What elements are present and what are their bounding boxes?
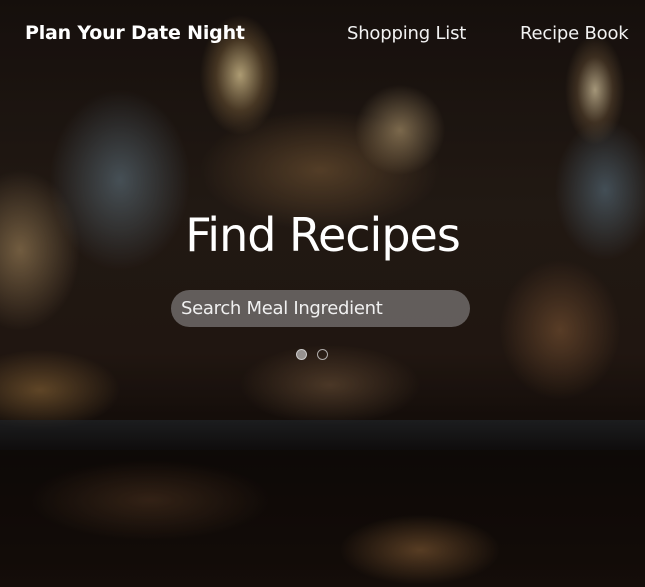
carousel-dot-2[interactable]: [317, 349, 328, 360]
top-navbar: Plan Your Date Night Shopping List Recip…: [0, 0, 645, 70]
background-bar-counter: [0, 420, 645, 450]
carousel-dot-1[interactable]: [296, 349, 307, 360]
page: Plan Your Date Night Shopping List Recip…: [0, 0, 645, 587]
nav-link-recipe-book[interactable]: Recipe Book: [520, 23, 629, 44]
carousel-indicators: [296, 349, 328, 360]
hero-title: Find Recipes: [185, 208, 461, 262]
ingredient-search-input[interactable]: [171, 290, 470, 327]
nav-link-shopping-list[interactable]: Shopping List: [347, 23, 466, 44]
brand-link[interactable]: Plan Your Date Night: [25, 22, 245, 44]
